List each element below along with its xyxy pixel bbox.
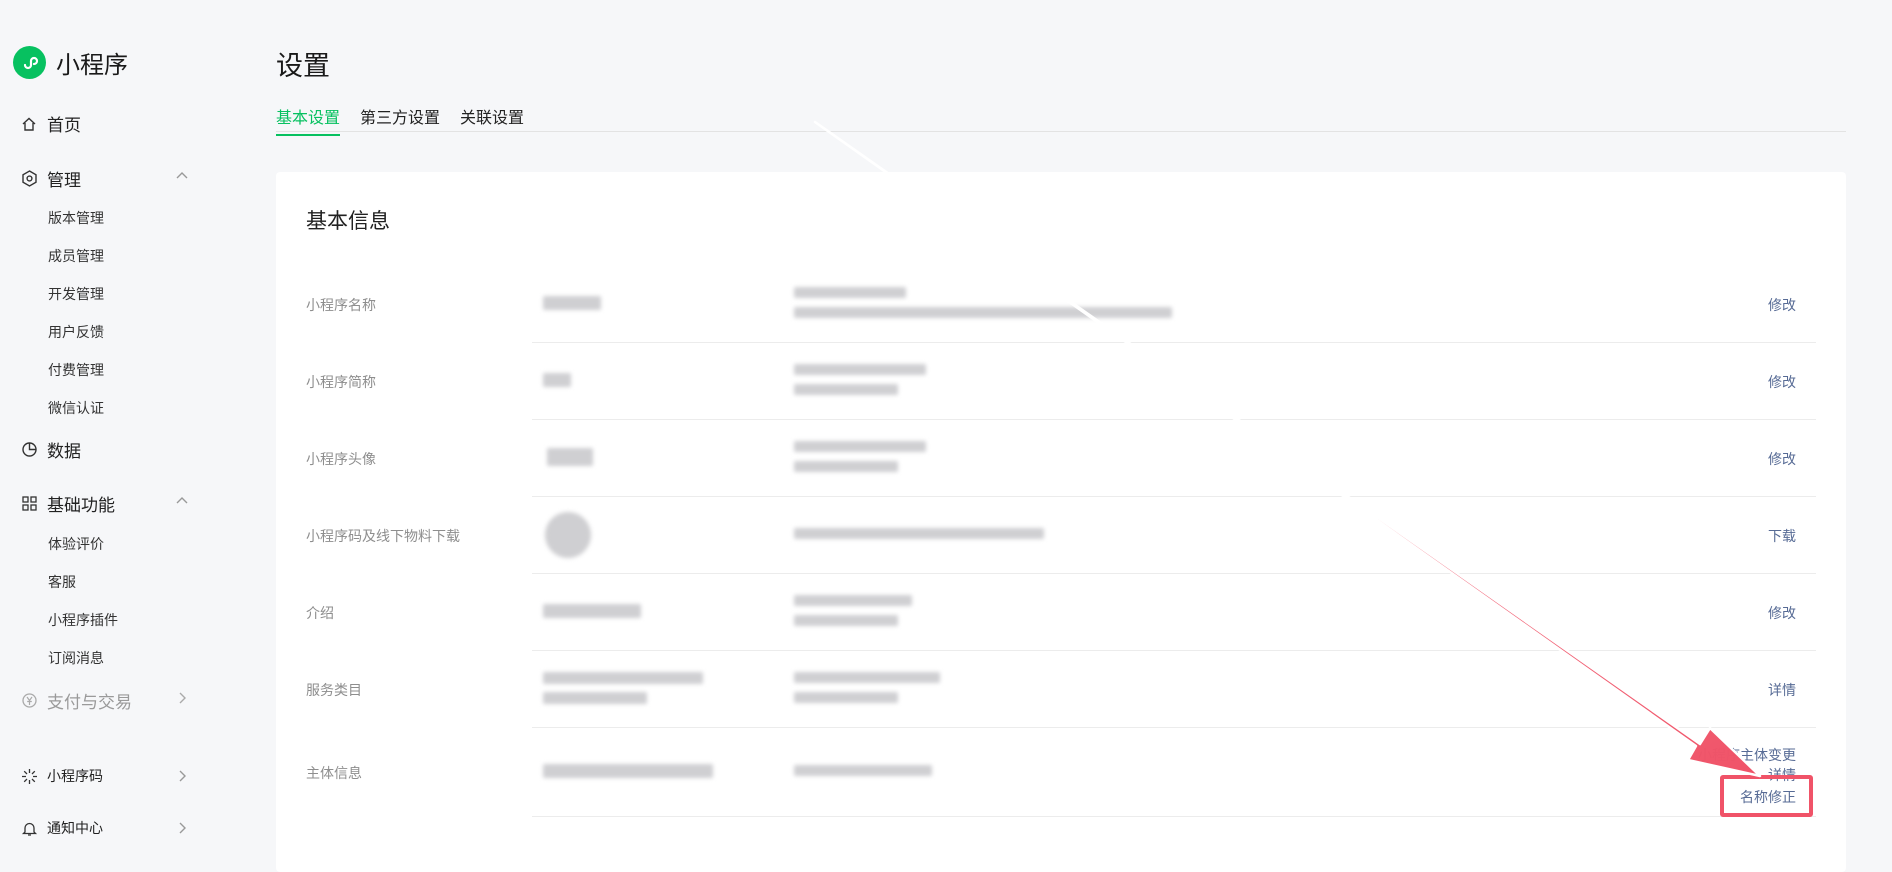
sidebar-item-label: 首页 [47,116,81,136]
sidebar-item-home[interactable]: 首页 [20,111,190,136]
basic-info-card: 基本信息 小程序名称 修改 小程序简称 修改 小程序头像 修改 小程序码及线下物… [276,172,1846,872]
sidebar-item-manage[interactable]: 管理 [20,166,190,191]
annotation-highlight-box [1720,775,1813,817]
info-row-short-name: 小程序简称 修改 [276,364,1846,441]
chevron-right-icon[interactable] [174,820,190,836]
redacted-hint [794,765,932,776]
redacted-hint [794,595,912,606]
yen-icon [20,692,38,710]
row-divider [532,650,1816,651]
info-row-entity: 主体信息 小程序主体变更 详情 名称修正 [276,748,1846,872]
card-title: 基本信息 [306,209,390,233]
chevron-up-icon[interactable] [174,493,190,509]
pie-chart-icon [20,441,38,459]
redacted-hint [794,307,1172,318]
sidebar-item-service[interactable]: 客服 [48,572,76,592]
redacted-hint [794,384,898,395]
redacted-hint [794,287,906,298]
redacted-hint [794,528,1044,539]
sidebar-item-wechat-verify[interactable]: 微信认证 [48,398,104,418]
row-divider [532,342,1816,343]
row-divider [532,727,1816,728]
row-label: 小程序头像 [306,452,376,468]
sidebar-item-experience[interactable]: 体验评价 [48,534,104,554]
redacted-value [543,672,703,684]
sidebar-item-notice[interactable]: 通知中心 [20,818,190,838]
row-divider [532,573,1816,574]
tab-basic-settings[interactable]: 基本设置 [276,104,341,136]
tab-third-party-settings[interactable]: 第三方设置 [360,104,440,134]
info-row-avatar: 小程序头像 修改 [276,441,1846,518]
chevron-up-icon[interactable] [174,168,190,184]
chevron-right-icon[interactable] [174,768,190,784]
sidebar: 小程序 首页 管理 版本管理 成员管理 开发管理 用户反馈 付费管理 微信认证 … [0,0,230,840]
gear-icon [20,170,38,188]
sidebar-item-label: 通知中心 [47,821,103,837]
info-row-category: 服务类目 详情 [276,672,1846,749]
redacted-hint [794,461,898,472]
redacted-qrcode [545,512,591,558]
home-icon [20,115,38,133]
sidebar-item-label: 小程序码 [47,769,103,785]
modify-short-name-link[interactable]: 修改 [1768,372,1796,392]
sidebar-item-feedback[interactable]: 用户反馈 [48,322,104,342]
sidebar-item-version[interactable]: 版本管理 [48,208,104,228]
sidebar-item-qrcode[interactable]: 小程序码 [20,766,190,786]
bell-icon [20,819,38,837]
row-label: 服务类目 [306,683,362,699]
sidebar-item-pay[interactable]: 支付与交易 [20,688,190,713]
redacted-hint [794,615,898,626]
row-divider [532,419,1816,420]
modify-intro-link[interactable]: 修改 [1768,603,1796,623]
row-label: 小程序码及线下物料下载 [306,529,460,545]
modify-name-link[interactable]: 修改 [1768,295,1796,315]
sidebar-item-basic[interactable]: 基础功能 [20,491,190,516]
tab-association-settings[interactable]: 关联设置 [460,104,524,134]
row-label: 小程序名称 [306,298,376,314]
info-row-intro: 介绍 修改 [276,595,1846,672]
row-label: 介绍 [306,606,334,622]
sidebar-item-data[interactable]: 数据 [20,437,190,462]
sidebar-item-label: 数据 [47,442,81,462]
sidebar-item-members[interactable]: 成员管理 [48,246,104,266]
mini-program-logo-icon [13,46,46,79]
sidebar-item-subscribe[interactable]: 订阅消息 [48,648,104,668]
redacted-hint [794,364,926,375]
redacted-value [543,296,601,310]
row-divider [532,816,1816,817]
sparkle-icon [20,767,38,785]
chevron-right-icon[interactable] [174,690,190,706]
page-title: 设置 [276,51,330,82]
sidebar-item-label: 管理 [47,171,81,191]
row-divider [532,496,1816,497]
redacted-hint [794,672,940,683]
sidebar-item-label: 支付与交易 [47,693,132,713]
entity-change-link[interactable]: 小程序主体变更 [1698,745,1796,765]
info-row-name: 小程序名称 修改 [276,287,1846,364]
redacted-value [543,604,641,618]
redacted-value [543,373,571,387]
app-logo[interactable]: 小程序 [13,45,128,80]
grid-icon [20,495,38,513]
info-row-qrcode: 小程序码及线下物料下载 下载 [276,512,1846,595]
row-label: 主体信息 [306,766,362,782]
tab-bar: 基本设置 第三方设置 关联设置 [276,104,1846,136]
sidebar-item-label: 基础功能 [47,496,115,516]
category-detail-link[interactable]: 详情 [1768,680,1796,700]
redacted-hint [794,441,926,452]
redacted-avatar [547,448,593,466]
redacted-value [543,764,713,778]
redacted-value [543,692,647,704]
download-qrcode-link[interactable]: 下载 [1768,526,1796,546]
sidebar-item-dev[interactable]: 开发管理 [48,284,104,304]
sidebar-item-plugin[interactable]: 小程序插件 [48,610,118,630]
sidebar-item-payment-manage[interactable]: 付费管理 [48,360,104,380]
redacted-hint [794,692,898,703]
modify-avatar-link[interactable]: 修改 [1768,449,1796,469]
row-label: 小程序简称 [306,375,376,391]
app-title: 小程序 [56,51,128,79]
